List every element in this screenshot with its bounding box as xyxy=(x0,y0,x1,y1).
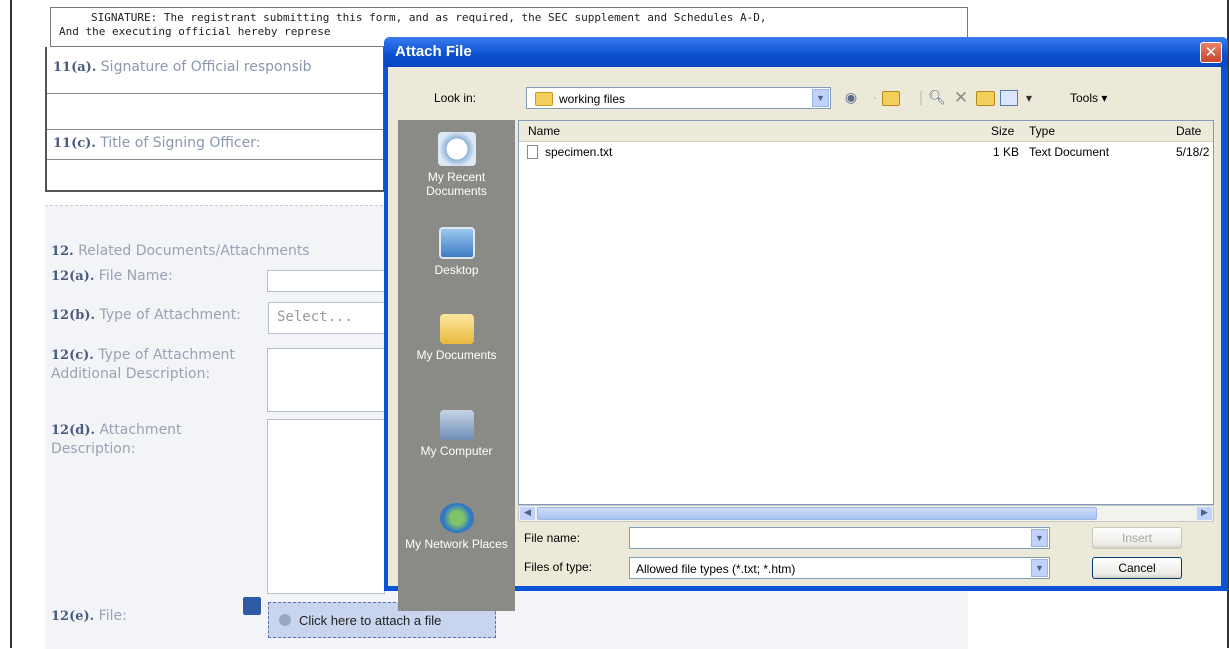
tools-menu[interactable]: Tools ▾ xyxy=(1070,91,1107,105)
scroll-right-icon[interactable]: ▶ xyxy=(1197,507,1212,520)
text-file-icon xyxy=(527,145,538,159)
dialog-title: Attach File xyxy=(395,43,472,60)
folder-icon xyxy=(535,92,553,106)
signature-input-row[interactable] xyxy=(47,93,383,130)
section-12-heading: 12. Related Documents/Attachments xyxy=(51,242,310,261)
field-12a-text: File Name: xyxy=(98,268,173,284)
file-name-label: File name: xyxy=(524,531,581,545)
field-12a-number: 12(a). xyxy=(51,269,95,284)
place-label: My Network Places xyxy=(405,537,508,551)
dialog-titlebar[interactable]: Attach File ✕ xyxy=(384,37,1228,67)
up-folder-icon[interactable] xyxy=(880,87,902,109)
file-date: 5/18/2 xyxy=(1176,145,1210,159)
column-size[interactable]: Size xyxy=(991,124,1014,138)
field-12e-label: 12(e). File: xyxy=(51,607,127,626)
my-computer-icon xyxy=(439,410,474,440)
attach-file-label: Click here to attach a file xyxy=(299,612,442,628)
place-label: Desktop xyxy=(434,263,479,277)
recent-documents-icon xyxy=(437,132,476,166)
file-type: Text Document xyxy=(1029,145,1110,159)
look-in-value: working files xyxy=(559,92,626,106)
network-places-icon xyxy=(439,503,474,533)
file-name: specimen.txt xyxy=(545,145,613,159)
places-bar: My Recent Documents Desktop My Documents… xyxy=(398,120,515,611)
horizontal-scrollbar[interactable]: ◀ ▶ xyxy=(518,505,1214,522)
signature-text-line1: SIGNATURE: The registrant submitting thi… xyxy=(91,11,767,24)
signature-table: 11(a). Signature of Official responsib 1… xyxy=(45,47,385,192)
files-of-type-combo[interactable]: Allowed file types (*.txt; *.htm) ▼ xyxy=(629,557,1050,579)
chevron-down-icon[interactable]: ▼ xyxy=(1031,559,1048,577)
file-name-combo[interactable]: ▼ xyxy=(629,527,1050,549)
column-date[interactable]: Date xyxy=(1176,124,1201,138)
column-name[interactable]: Name xyxy=(528,124,560,138)
paperclip-icon xyxy=(279,614,291,626)
row-11a-label: Signature of Official responsib xyxy=(100,59,312,75)
close-button[interactable]: ✕ xyxy=(1200,42,1222,63)
place-label: My Recent Documents xyxy=(426,170,487,198)
dialog-body: Look in: working files ▼ ◉ - | 🔍︎ ✕ ▼ To… xyxy=(388,67,1221,611)
file-list[interactable]: Name Size Type Date specimen.txt 1 KB Te… xyxy=(518,120,1214,505)
file-upload-icon[interactable] xyxy=(243,597,261,615)
look-in-combo[interactable]: working files ▼ xyxy=(526,87,831,109)
row-11c-number: 11(c). xyxy=(53,136,96,151)
scroll-left-icon[interactable]: ◀ xyxy=(520,507,535,520)
field-12e-text: File: xyxy=(98,608,127,624)
row-11c-label: Title of Signing Officer: xyxy=(100,135,261,151)
field-12b-text: Type of Attachment: xyxy=(99,307,241,323)
row-11c: 11(c). Title of Signing Officer: xyxy=(47,129,383,160)
row-11a: 11(a). Signature of Official responsib xyxy=(47,47,383,94)
files-of-type-value: Allowed file types (*.txt; *.htm) xyxy=(636,562,796,576)
file-list-header: Name Size Type Date xyxy=(519,121,1213,142)
place-my-documents[interactable]: My Documents xyxy=(398,314,515,362)
views-dropdown-icon[interactable]: ▼ xyxy=(1018,87,1040,109)
desktop-icon xyxy=(438,227,475,259)
field-12c-label: 12(c). Type of Attachment Additional Des… xyxy=(51,346,261,383)
attachment-description-textarea[interactable] xyxy=(267,419,385,594)
insert-button[interactable]: Insert xyxy=(1092,527,1182,549)
title-input-row[interactable] xyxy=(47,159,383,190)
field-12a-label: 12(a). File Name: xyxy=(51,267,173,286)
field-12d-label: 12(d). Attachment Description: xyxy=(51,421,251,458)
file-size: 1 KB xyxy=(993,145,1020,159)
place-my-computer[interactable]: My Computer xyxy=(398,410,515,458)
attach-file-dialog: Attach File ✕ Look in: working files ▼ ◉… xyxy=(384,37,1228,611)
file-row[interactable]: specimen.txt 1 KB Text Document 5/18/2 xyxy=(519,143,1213,161)
signature-text-line2: And the executing official hereby repres… xyxy=(59,25,331,38)
row-11a-number: 11(a). xyxy=(53,60,97,75)
chevron-down-icon[interactable]: ▼ xyxy=(812,89,829,107)
look-in-label: Look in: xyxy=(434,91,477,105)
file-name-input[interactable] xyxy=(267,270,385,292)
attachment-type-select[interactable]: Select... xyxy=(268,302,385,334)
section-12-number: 12. xyxy=(51,244,74,259)
section-12-title: Related Documents/Attachments xyxy=(78,243,310,259)
new-folder-icon[interactable] xyxy=(974,87,996,109)
field-12b-label: 12(b). Type of Attachment: xyxy=(51,306,251,325)
place-label: My Computer xyxy=(420,444,493,458)
delete-icon[interactable]: ✕ xyxy=(950,87,972,109)
field-12b-number: 12(b). xyxy=(51,308,96,323)
scroll-thumb[interactable] xyxy=(537,507,1097,520)
tools-label: Tools xyxy=(1070,91,1099,105)
field-12c-number: 12(c). xyxy=(51,348,94,363)
back-icon[interactable]: ◉ xyxy=(840,87,862,109)
my-documents-icon xyxy=(439,314,474,344)
files-of-type-label: Files of type: xyxy=(524,560,593,574)
place-label: My Documents xyxy=(416,348,497,362)
place-desktop[interactable]: Desktop xyxy=(398,227,515,277)
place-network-places[interactable]: My Network Places xyxy=(398,503,515,551)
views-icon[interactable] xyxy=(998,87,1020,109)
field-12d-number: 12(d). xyxy=(51,423,96,438)
additional-description-input[interactable] xyxy=(267,348,385,412)
search-web-icon[interactable]: 🔍︎ xyxy=(926,87,948,109)
place-recent-documents[interactable]: My Recent Documents xyxy=(398,132,515,198)
cancel-button[interactable]: Cancel xyxy=(1092,557,1182,579)
column-type[interactable]: Type xyxy=(1029,124,1055,138)
field-12e-number: 12(e). xyxy=(51,609,95,624)
chevron-down-icon[interactable]: ▼ xyxy=(1031,529,1048,547)
